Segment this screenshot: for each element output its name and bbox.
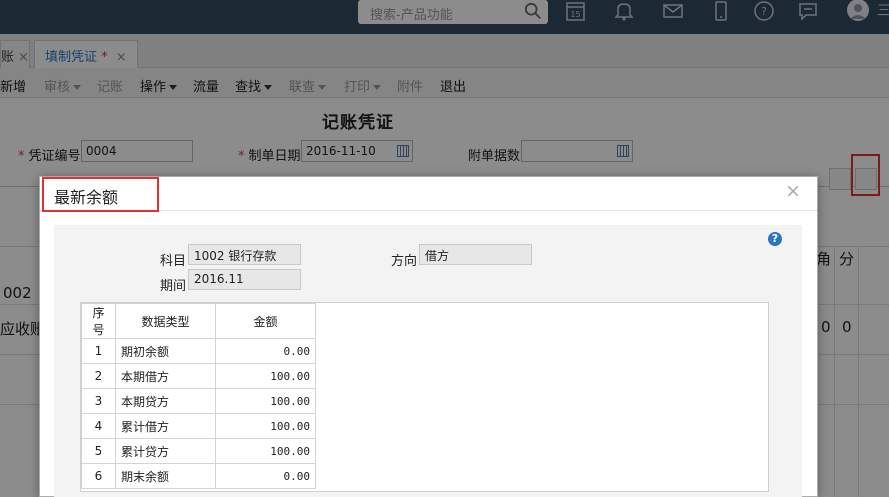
balance-table-container: 序号 数据类型 金额 1 期初余额 0.00 2 本期借方 100.00 3 本… — [80, 302, 769, 492]
dialog-body: ? 科目 1002 银行存款 方向 借方 期间 2016.11 序号 数据类型 … — [54, 225, 802, 497]
table-row[interactable]: 3 本期贷方 100.00 — [81, 388, 316, 414]
row-no: 5 — [81, 438, 116, 464]
column-header-type: 数据类型 — [115, 303, 216, 339]
column-header-no: 序号 — [81, 303, 116, 339]
column-header-amount: 金额 — [215, 303, 316, 339]
direction-field: 借方 — [419, 244, 532, 265]
row-no: 3 — [81, 388, 116, 414]
subject-label: 科目 — [160, 254, 187, 269]
table-row[interactable]: 1 期初余额 0.00 — [81, 338, 316, 364]
row-type: 本期借方 — [115, 363, 216, 389]
help-icon[interactable]: ? — [768, 232, 782, 246]
period-label: 期间 — [160, 279, 187, 294]
highlight-box — [42, 177, 159, 212]
row-type: 累计借方 — [115, 413, 216, 439]
row-amount: 100.00 — [215, 388, 316, 414]
direction-label: 方向 — [391, 254, 418, 269]
subject-field: 1002 银行存款 — [188, 244, 301, 265]
table-row[interactable]: 6 期末余额 0.00 — [81, 463, 316, 489]
period-field: 2016.11 — [188, 269, 301, 290]
row-amount: 0.00 — [215, 338, 316, 364]
row-type: 期末余额 — [115, 463, 216, 489]
row-no: 4 — [81, 413, 116, 439]
row-no: 2 — [81, 363, 116, 389]
table-row[interactable]: 4 累计借方 100.00 — [81, 413, 316, 439]
row-amount: 100.00 — [215, 438, 316, 464]
row-type: 累计贷方 — [115, 438, 216, 464]
table-row[interactable]: 5 累计贷方 100.00 — [81, 438, 316, 464]
table-row[interactable]: 2 本期借方 100.00 — [81, 363, 316, 389]
row-amount: 100.00 — [215, 363, 316, 389]
row-type: 本期贷方 — [115, 388, 216, 414]
row-type: 期初余额 — [115, 338, 216, 364]
balance-table: 序号 数据类型 金额 1 期初余额 0.00 2 本期借方 100.00 3 本… — [81, 303, 316, 489]
table-header-row: 序号 数据类型 金额 — [81, 303, 316, 339]
row-no: 6 — [81, 463, 116, 489]
close-icon[interactable]: × — [785, 180, 801, 202]
row-amount: 100.00 — [215, 413, 316, 439]
latest-balance-dialog: 最新余额 × ? 科目 1002 银行存款 方向 借方 期间 2016.11 序… — [39, 176, 818, 497]
row-amount: 0.00 — [215, 463, 316, 489]
row-no: 1 — [81, 338, 116, 364]
